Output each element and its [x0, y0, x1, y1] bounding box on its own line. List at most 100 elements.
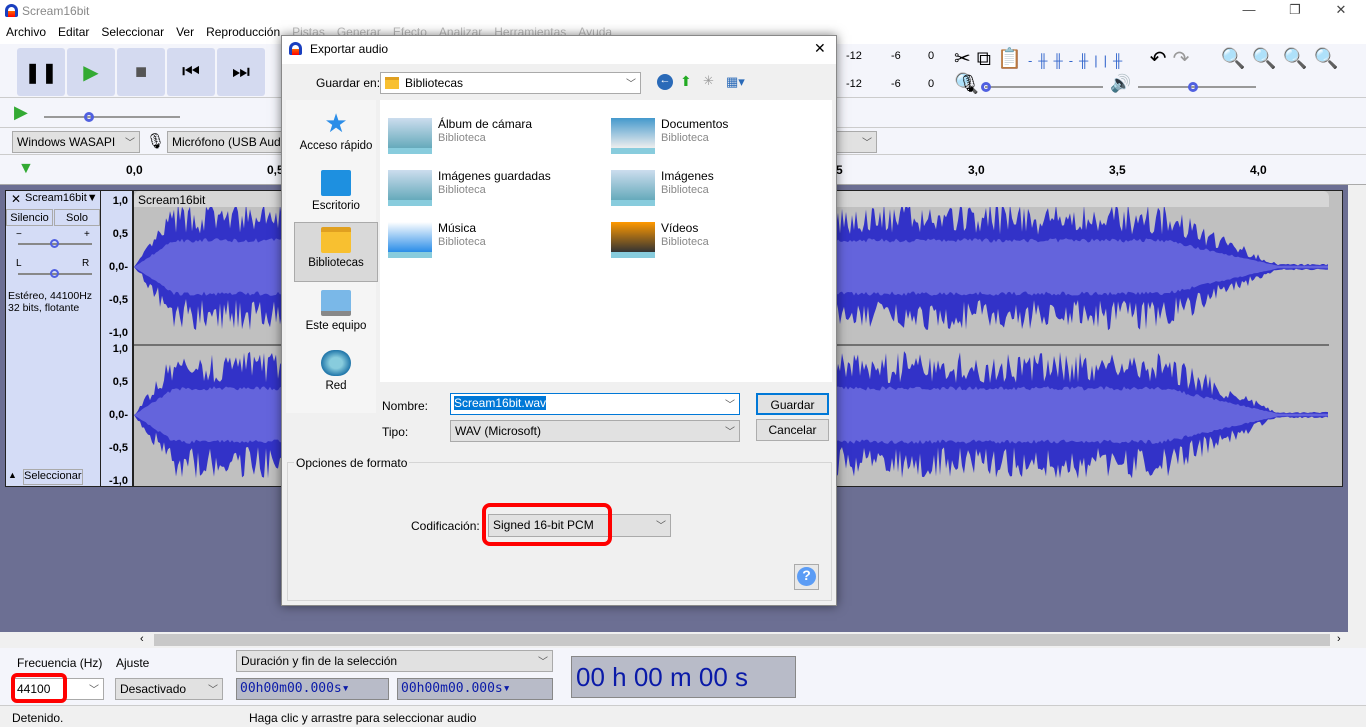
selection-toolbar: Frecuencia (Hz) Ajuste 44100﹀ Desactivad… — [0, 648, 1366, 705]
library-item[interactable]: VídeosBiblioteca — [611, 218, 831, 262]
record-meter[interactable]: -12 -6 0 — [836, 46, 946, 68]
audio-host-select[interactable]: Windows WASAPI﹀ — [12, 131, 140, 153]
play-volume-slider[interactable] — [1138, 86, 1256, 88]
library-icon — [611, 222, 655, 258]
speaker-icon: 🔊 — [1110, 74, 1131, 94]
place-quick-access[interactable]: ★Acceso rápido — [294, 106, 378, 164]
track-menu-button[interactable]: Scream16bit▼ — [25, 192, 100, 207]
track-control-panel: ✕ Scream16bit▼ Silencio Solo − + L R Est… — [5, 190, 101, 487]
pan-slider[interactable] — [18, 273, 92, 275]
status-state: Detenido. — [12, 711, 63, 725]
place-desktop[interactable]: Escritorio — [294, 166, 378, 224]
file-name-value: Scream16bit.wav — [454, 396, 546, 410]
cancel-button[interactable]: Cancelar — [756, 419, 829, 441]
file-name-input[interactable]: Scream16bit.wav﹀ — [450, 393, 740, 415]
fit-project-icon[interactable]: 🔍 — [1314, 48, 1345, 70]
zoom-in-icon[interactable]: 🔍 — [1221, 48, 1252, 70]
play-button[interactable]: ▶ — [67, 48, 115, 96]
stop-button[interactable]: ■ — [117, 48, 165, 96]
copy-icon[interactable]: ⧉ — [977, 48, 997, 70]
undo-icon[interactable]: ↶ — [1150, 48, 1173, 70]
ruler-tick: 3,5 — [1109, 163, 1126, 177]
red-annotation — [482, 503, 612, 546]
mute-button[interactable]: Silencio — [6, 209, 53, 226]
menu-0[interactable]: Archivo — [0, 22, 52, 39]
library-name: Imágenes — [661, 169, 714, 183]
meter-tick: -12 — [846, 78, 862, 90]
skip-start-button[interactable]: ⏮ — [167, 48, 215, 96]
save-in-select[interactable]: Bibliotecas﹀ — [380, 72, 641, 94]
place-label: Este equipo — [306, 320, 367, 332]
selection-start-time[interactable]: 00h00m00.000s▾ — [236, 678, 389, 700]
ruler-tick: 3,0 — [968, 163, 985, 177]
library-item[interactable]: Imágenes guardadasBiblioteca — [388, 166, 608, 210]
library-icon — [611, 118, 655, 154]
scroll-right-icon[interactable]: › — [1337, 633, 1341, 645]
cut-icon[interactable]: ✂ — [954, 48, 977, 70]
status-bar: Detenido. Haga clic y arrastre para sele… — [0, 705, 1366, 727]
close-track-button[interactable]: ✕ — [8, 192, 24, 207]
vertical-scrollbar[interactable] — [1348, 185, 1366, 632]
library-item[interactable]: Álbum de cámaraBiblioteca — [388, 114, 608, 158]
horizontal-scrollbar[interactable]: ‹ › — [0, 632, 1348, 648]
library-type: Biblioteca — [438, 184, 486, 196]
new-folder-icon[interactable]: ✳ — [703, 73, 714, 89]
scroll-thumb[interactable] — [154, 634, 1330, 646]
play-meter[interactable]: -12 -6 0 — [836, 74, 946, 96]
dialog-close-button[interactable]: ✕ — [814, 40, 826, 57]
fit-selection-icon[interactable]: 🔍 — [1283, 48, 1314, 70]
snap-select[interactable]: Desactivado﹀ — [115, 678, 223, 700]
up-folder-icon[interactable]: ⬆ — [680, 73, 692, 90]
trim-icon[interactable]: -╫╫- — [1028, 53, 1079, 68]
help-button[interactable]: ? — [794, 564, 819, 590]
zoom-out-icon[interactable]: 🔍 — [1252, 48, 1283, 70]
library-type: Biblioteca — [438, 236, 486, 248]
minimize-button[interactable]: — — [1226, 2, 1272, 17]
selection-end-time[interactable]: 00h00m00.000s▾ — [397, 678, 553, 700]
place-libraries[interactable]: Bibliotecas — [294, 222, 378, 282]
view-menu-icon[interactable]: ▦▾ — [726, 74, 745, 90]
place-network[interactable]: Red — [294, 346, 378, 404]
scroll-left-icon[interactable]: ‹ — [140, 633, 144, 645]
y-axis-label: -0,5 — [109, 442, 128, 454]
places-bar: ★Acceso rápido Escritorio Bibliotecas Es… — [286, 100, 376, 413]
gain-slider[interactable] — [18, 243, 92, 245]
menu-2[interactable]: Seleccionar — [95, 22, 170, 39]
meter-tick: -6 — [891, 50, 901, 62]
help-icon: ? — [797, 567, 816, 586]
paste-icon[interactable]: 📋 — [997, 48, 1028, 70]
collapse-track-button[interactable]: ▲ — [8, 470, 17, 480]
pause-button[interactable]: ❚❚ — [17, 48, 65, 96]
library-item[interactable]: DocumentosBiblioteca — [611, 114, 831, 158]
silence-icon[interactable]: ╫||╫ — [1079, 53, 1128, 68]
play-head-icon[interactable]: ▼ — [18, 160, 34, 178]
record-volume-slider[interactable] — [985, 86, 1103, 88]
menu-3[interactable]: Ver — [170, 22, 200, 39]
place-label: Escritorio — [312, 200, 360, 212]
menu-4[interactable]: Reproducción — [200, 22, 286, 39]
file-type-select[interactable]: WAV (Microsoft)﹀ — [450, 420, 740, 442]
library-icon — [388, 222, 432, 258]
library-item[interactable]: ImágenesBiblioteca — [611, 166, 831, 210]
library-item[interactable]: MúsicaBiblioteca — [388, 218, 608, 262]
speed-slider[interactable] — [44, 116, 180, 118]
audio-position-time[interactable]: 00 h 00 m 00 s — [571, 656, 796, 698]
star-icon: ★ — [321, 110, 351, 136]
solo-button[interactable]: Solo — [54, 209, 100, 226]
audio-host-value: Windows WASAPI — [17, 135, 115, 149]
library-icon — [388, 170, 432, 206]
place-this-pc[interactable]: Este equipo — [294, 286, 378, 344]
select-track-button[interactable]: Seleccionar — [23, 469, 83, 485]
title-bar: Scream16bit — ❐ ✕ — [0, 0, 1366, 22]
library-icon — [611, 170, 655, 206]
maximize-button[interactable]: ❐ — [1272, 2, 1318, 18]
skip-end-button[interactable]: ⏭ — [217, 48, 265, 96]
close-button[interactable]: ✕ — [1318, 2, 1364, 18]
y-axis-label: 1,0 — [113, 195, 128, 207]
redo-icon[interactable]: ↷ — [1173, 48, 1196, 70]
back-icon[interactable]: ← — [657, 74, 673, 90]
menu-1[interactable]: Editar — [52, 22, 95, 39]
selection-mode-select[interactable]: Duración y fin de la selección﹀ — [236, 650, 553, 672]
save-button[interactable]: Guardar — [756, 393, 829, 415]
play-at-speed-button[interactable]: ▶ — [14, 102, 28, 123]
